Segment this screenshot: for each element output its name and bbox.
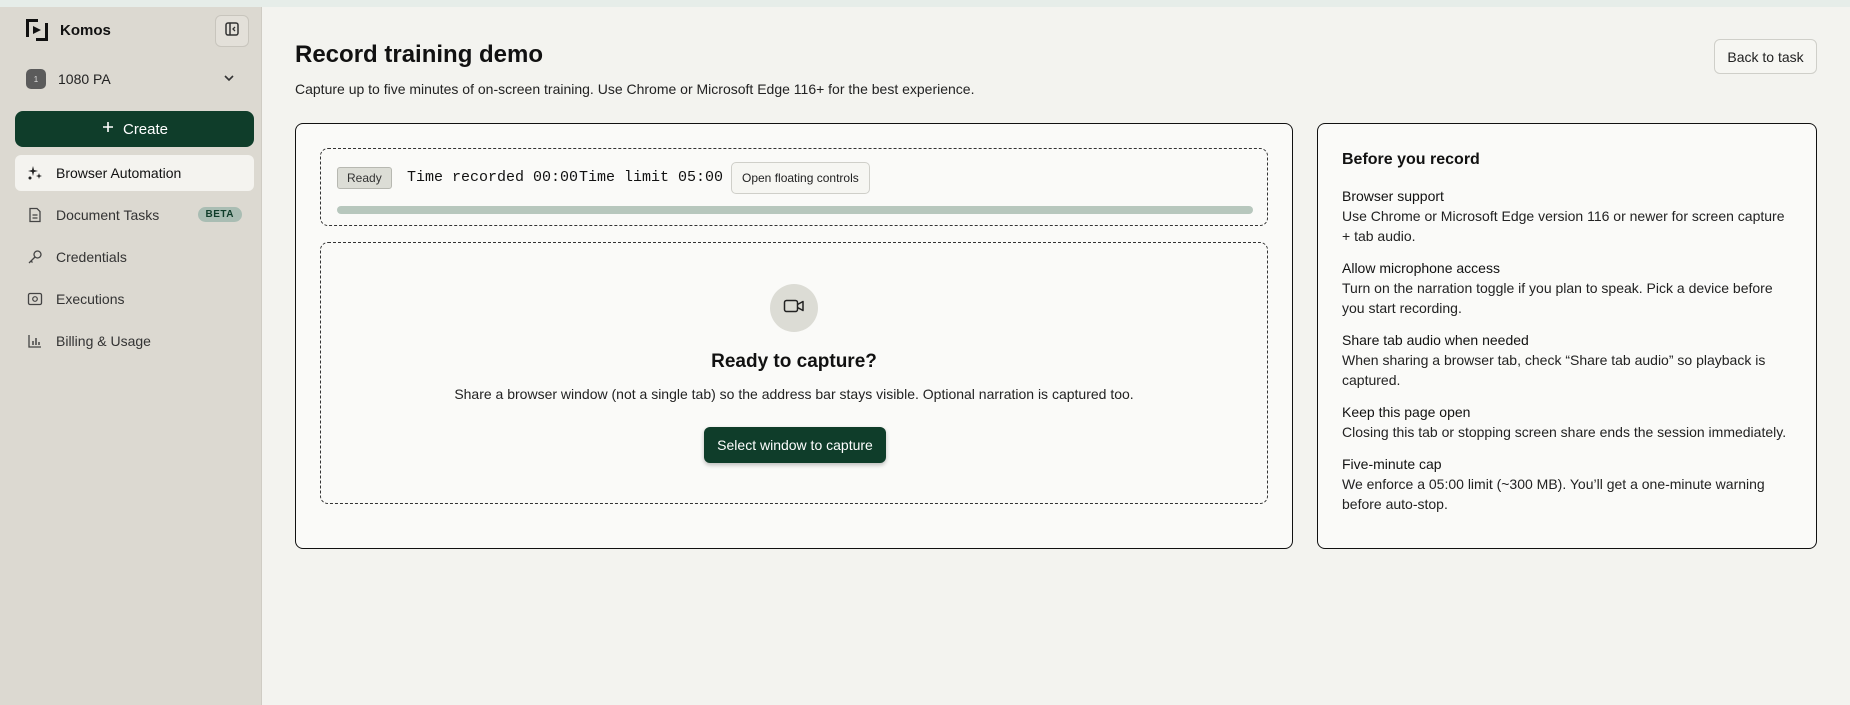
capture-title: Ready to capture? — [711, 351, 877, 372]
brand-name: Komos — [60, 21, 111, 39]
org-selector[interactable]: 1 1080 PA — [26, 67, 246, 91]
plus-icon — [101, 120, 115, 138]
sidebar-item-credentials[interactable]: Credentials — [15, 239, 254, 275]
capture-dropzone: Ready to capture? Share a browser window… — [320, 242, 1268, 504]
key-icon — [26, 248, 44, 266]
tip-body: Use Chrome or Microsoft Edge version 116… — [1342, 208, 1785, 244]
page-title: Record training demo — [295, 41, 544, 68]
komos-logo-icon — [24, 17, 50, 43]
tip-title: Share tab audio when needed — [1342, 332, 1529, 348]
tip-keep-page-open: Keep this page open Closing this tab or … — [1342, 402, 1792, 442]
sidebar-item-billing-usage[interactable]: Billing & Usage — [15, 323, 254, 359]
back-to-task-button[interactable]: Back to task — [1714, 39, 1817, 74]
tip-body: Turn on the narration toggle if you plan… — [1342, 280, 1773, 316]
tip-browser-support: Browser support Use Chrome or Microsoft … — [1342, 186, 1792, 246]
status-badge: Ready — [337, 167, 392, 189]
document-icon — [26, 206, 44, 224]
video-camera-icon — [783, 297, 805, 320]
select-window-button[interactable]: Select window to capture — [704, 427, 886, 463]
tip-title: Five-minute cap — [1342, 456, 1442, 472]
org-name: 1080 PA — [58, 71, 111, 87]
open-floating-controls-button[interactable]: Open floating controls — [731, 162, 870, 194]
tip-title: Browser support — [1342, 188, 1444, 204]
tip-body: When sharing a browser tab, check “Share… — [1342, 352, 1766, 388]
bar-chart-icon — [26, 332, 44, 350]
before-you-record-card: Before you record Browser support Use Ch… — [1317, 123, 1817, 549]
tip-microphone: Allow microphone access Turn on the narr… — [1342, 258, 1792, 318]
beta-badge: BETA — [197, 207, 242, 222]
tip-body: Closing this tab or stopping screen shar… — [1342, 424, 1787, 440]
page-subtitle: Capture up to five minutes of on-screen … — [295, 81, 975, 97]
sparkle-icon — [26, 164, 44, 182]
sidebar-item-label: Browser Automation — [56, 165, 182, 181]
capture-description: Share a browser window (not a single tab… — [454, 386, 1134, 402]
tip-title: Allow microphone access — [1342, 260, 1500, 276]
time-recorded: Time recorded 00:00 — [407, 169, 579, 186]
main-content: Record training demo Capture up to five … — [263, 7, 1850, 705]
create-button[interactable]: Create — [15, 111, 254, 147]
tip-five-minute-cap: Five-minute cap We enforce a 05:00 limit… — [1342, 454, 1792, 514]
sidebar: Komos 1 1080 PA Create Browser Automatio… — [0, 7, 262, 705]
recording-progress-bar — [337, 206, 1253, 214]
executions-icon — [26, 290, 44, 308]
tip-body: We enforce a 05:00 limit (~300 MB). You’… — [1342, 476, 1765, 512]
recorder-status-panel: Ready Time recorded 00:00 Time limit 05:… — [320, 148, 1268, 226]
sidebar-item-label: Billing & Usage — [56, 333, 151, 349]
sidebar-item-browser-automation[interactable]: Browser Automation — [15, 155, 254, 191]
top-strip — [0, 0, 1850, 7]
camera-icon-circle — [770, 284, 818, 332]
create-label: Create — [122, 120, 169, 138]
recorder-card: Ready Time recorded 00:00 Time limit 05:… — [295, 123, 1293, 549]
chevron-down-icon — [222, 71, 236, 90]
sidebar-toggle-icon — [224, 21, 240, 42]
sidebar-item-document-tasks[interactable]: Document Tasks BETA — [15, 197, 254, 233]
tip-title: Keep this page open — [1342, 404, 1471, 420]
brand[interactable]: Komos — [24, 17, 111, 43]
collapse-sidebar-button[interactable] — [215, 15, 249, 47]
sidebar-item-label: Credentials — [56, 249, 127, 265]
time-limit: Time limit 05:00 — [579, 169, 724, 186]
org-badge: 1 — [26, 69, 46, 89]
sidebar-item-executions[interactable]: Executions — [15, 281, 254, 317]
sidebar-item-label: Document Tasks — [56, 207, 160, 223]
sidebar-nav: Browser Automation Document Tasks BETA C… — [15, 155, 254, 365]
tip-tab-audio: Share tab audio when needed When sharing… — [1342, 330, 1792, 390]
tips-title: Before you record — [1342, 151, 1480, 168]
sidebar-item-label: Executions — [56, 291, 125, 307]
